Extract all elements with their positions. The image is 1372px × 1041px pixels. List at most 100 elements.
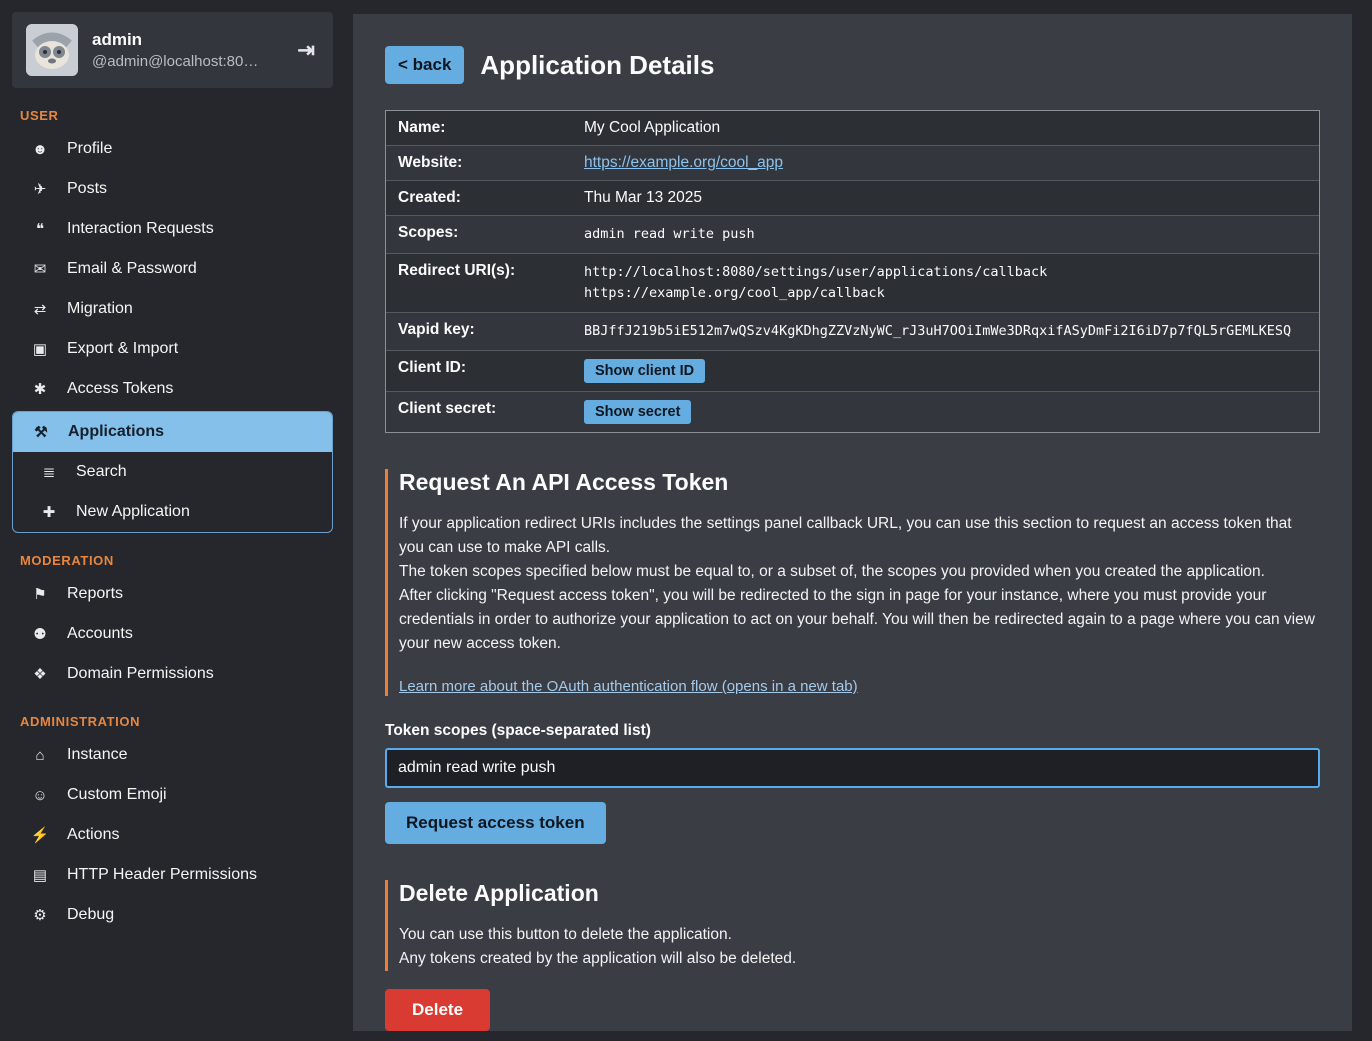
token-scopes-input[interactable] (385, 748, 1320, 788)
mono-value-line: https://example.org/cool_app/callback (584, 283, 1311, 304)
sidebar: admin @admin@localhost:80… ⇥ USER ☻Profil… (0, 0, 345, 1041)
list-icon: ≣ (39, 463, 59, 481)
paragraph: Any tokens created by the application wi… (399, 947, 1320, 971)
details-row-client-id: Client ID: Show client ID (386, 351, 1319, 392)
sidebar-item-http-header-permissions[interactable]: ▤HTTP Header Permissions (0, 855, 345, 895)
sidebar-group-applications: ⚒ Applications ≣ Search ✚ New Application (12, 411, 333, 533)
paper-plane-icon: ✈ (30, 180, 50, 198)
details-label: Client ID: (386, 351, 576, 391)
delete-button[interactable]: Delete (385, 989, 490, 1031)
details-value: Show client ID (576, 351, 1319, 391)
users-icon: ⚉ (30, 625, 50, 643)
sidebar-item-label: Applications (68, 423, 164, 441)
details-row-redirect-uri-s: Redirect URI(s):http://localhost:8080/se… (386, 254, 1319, 313)
oauth-docs-link[interactable]: Learn more about the OAuth authenticatio… (399, 678, 858, 695)
details-row-name: Name:My Cool Application (386, 111, 1319, 146)
sidebar-item-new-application[interactable]: ✚ New Application (13, 492, 332, 532)
sidebar-item-posts[interactable]: ✈ Posts (0, 169, 345, 209)
sidebar-item-export-import[interactable]: ▣Export & Import (0, 329, 345, 369)
sidebar-nav: USER☻Profile✈Posts❝Interaction Requests✉… (0, 108, 345, 935)
sidebar-item-reports[interactable]: ⚑Reports (0, 574, 345, 614)
details-row-client-secret: Client secret: Show secret (386, 392, 1319, 432)
mono-value-line: admin read write push (584, 224, 1311, 245)
paragraph: If your application redirect URIs includ… (399, 512, 1320, 560)
sidebar-item-access-tokens[interactable]: ✱ Access Tokens (0, 369, 345, 409)
details-row-vapid-key: Vapid key:BBJffJ219b5iE512m7wQSzv4KgKDhg… (386, 313, 1319, 351)
flag-icon: ⚑ (30, 585, 50, 603)
sidebar-item-label: Migration (67, 300, 133, 318)
sidebar-item-label: Email & Password (67, 260, 197, 278)
website-link[interactable]: https://example.org/cool_app (584, 154, 783, 171)
sidebar-item-instance[interactable]: ⌂ Instance (0, 735, 345, 775)
sign-out-icon[interactable]: ⇥ (293, 38, 319, 63)
plus-icon: ✚ (39, 503, 59, 521)
smiley-icon: ☺ (30, 787, 50, 804)
application-details-table: Name:My Cool ApplicationWebsite: https://… (385, 110, 1320, 433)
bug-icon: ⚙ (30, 906, 50, 924)
details-value: My Cool Application (576, 111, 1319, 145)
details-value: admin read write push (576, 216, 1319, 253)
details-row-created: Created:Thu Mar 13 2025 (386, 181, 1319, 216)
sidebar-item-label: Instance (67, 746, 127, 764)
sidebar-item-actions[interactable]: ⚡Actions (0, 815, 345, 855)
sidebar-item-label: Accounts (67, 625, 133, 643)
sidebar-item-label: New Application (76, 503, 190, 521)
request-token-title: Request An API Access Token (399, 469, 1320, 496)
user-handle: @admin@localhost:80… (92, 53, 279, 70)
details-value: https://example.org/cool_app (576, 146, 1319, 180)
wrench-icon: ⚒ (31, 423, 51, 441)
sidebar-item-domain-permissions[interactable]: ❖Domain Permissions (0, 654, 345, 694)
sidebar-item-interaction-requests[interactable]: ❝Interaction Requests (0, 209, 345, 249)
sidebar-item-label: Search (76, 463, 127, 481)
user-icon: ☻ (30, 141, 50, 158)
mono-value-line: BBJffJ219b5iE512m7wQSzv4KgKDhgZZVzNyWC_r… (584, 321, 1311, 342)
sidebar-item-email-password[interactable]: ✉ Email & Password (0, 249, 345, 289)
sidebar-item-label: Access Tokens (67, 380, 173, 398)
sidebar-item-accounts[interactable]: ⚉ Accounts (0, 614, 345, 654)
show-client-id-button[interactable]: Show client ID (584, 359, 705, 383)
exchange-icon: ⇄ (30, 300, 50, 318)
sidebar-item-applications[interactable]: ⚒ Applications (13, 412, 332, 452)
delete-application-section: Delete Application You can use this butt… (385, 880, 1320, 1031)
details-label: Redirect URI(s): (386, 254, 576, 312)
certificate-icon: ✱ (30, 380, 50, 398)
nav-section-user: USER (20, 108, 325, 123)
user-info: admin @admin@localhost:80… (92, 30, 279, 70)
paragraph: The token scopes specified below must be… (399, 560, 1320, 584)
sidebar-item-label: Domain Permissions (67, 665, 214, 683)
sidebar-item-custom-emoji[interactable]: ☺Custom Emoji (0, 775, 345, 815)
details-label: Name: (386, 111, 576, 145)
details-label: Created: (386, 181, 576, 215)
floppy-icon: ▣ (30, 340, 50, 358)
show-secret-button[interactable]: Show secret (584, 400, 691, 424)
details-label: Client secret: (386, 392, 576, 432)
paragraph: You can use this button to delete the ap… (399, 923, 1320, 947)
sidebar-item-label: Posts (67, 180, 107, 198)
user-name: admin (92, 30, 279, 50)
sidebar-item-debug[interactable]: ⚙ Debug (0, 895, 345, 935)
back-button[interactable]: < back (385, 46, 464, 84)
details-value: Show secret (576, 392, 1319, 432)
sidebar-item-label: HTTP Header Permissions (67, 866, 257, 884)
nav-section-moderation: MODERATION (20, 553, 325, 568)
avatar (26, 24, 78, 76)
details-label: Website: (386, 146, 576, 180)
request-token-section: Request An API Access Token If your appl… (385, 469, 1320, 844)
sidebar-item-migration[interactable]: ⇄ Migration (0, 289, 345, 329)
details-row-scopes: Scopes:admin read write push (386, 216, 1319, 254)
delete-application-title: Delete Application (399, 880, 1320, 907)
bolt-icon: ⚡ (30, 826, 50, 844)
request-access-token-button[interactable]: Request access token (385, 802, 606, 844)
nav-section-administration: ADMINISTRATION (20, 714, 325, 729)
sidebar-item-label: Interaction Requests (67, 220, 214, 238)
paragraph: After clicking "Request access token", y… (399, 584, 1320, 656)
page-title: Application Details (480, 50, 714, 81)
details-value: Thu Mar 13 2025 (576, 181, 1319, 215)
user-card[interactable]: admin @admin@localhost:80… ⇥ (12, 12, 333, 88)
sidebar-item-profile[interactable]: ☻Profile (0, 129, 345, 169)
sitemap-icon: ⌂ (30, 747, 50, 764)
sidebar-item-label: Debug (67, 906, 114, 924)
sidebar-item-search[interactable]: ≣ Search (13, 452, 332, 492)
details-value: BBJffJ219b5iE512m7wQSzv4KgKDhgZZVzNyWC_r… (576, 313, 1319, 350)
envelope-icon: ✉ (30, 260, 50, 278)
